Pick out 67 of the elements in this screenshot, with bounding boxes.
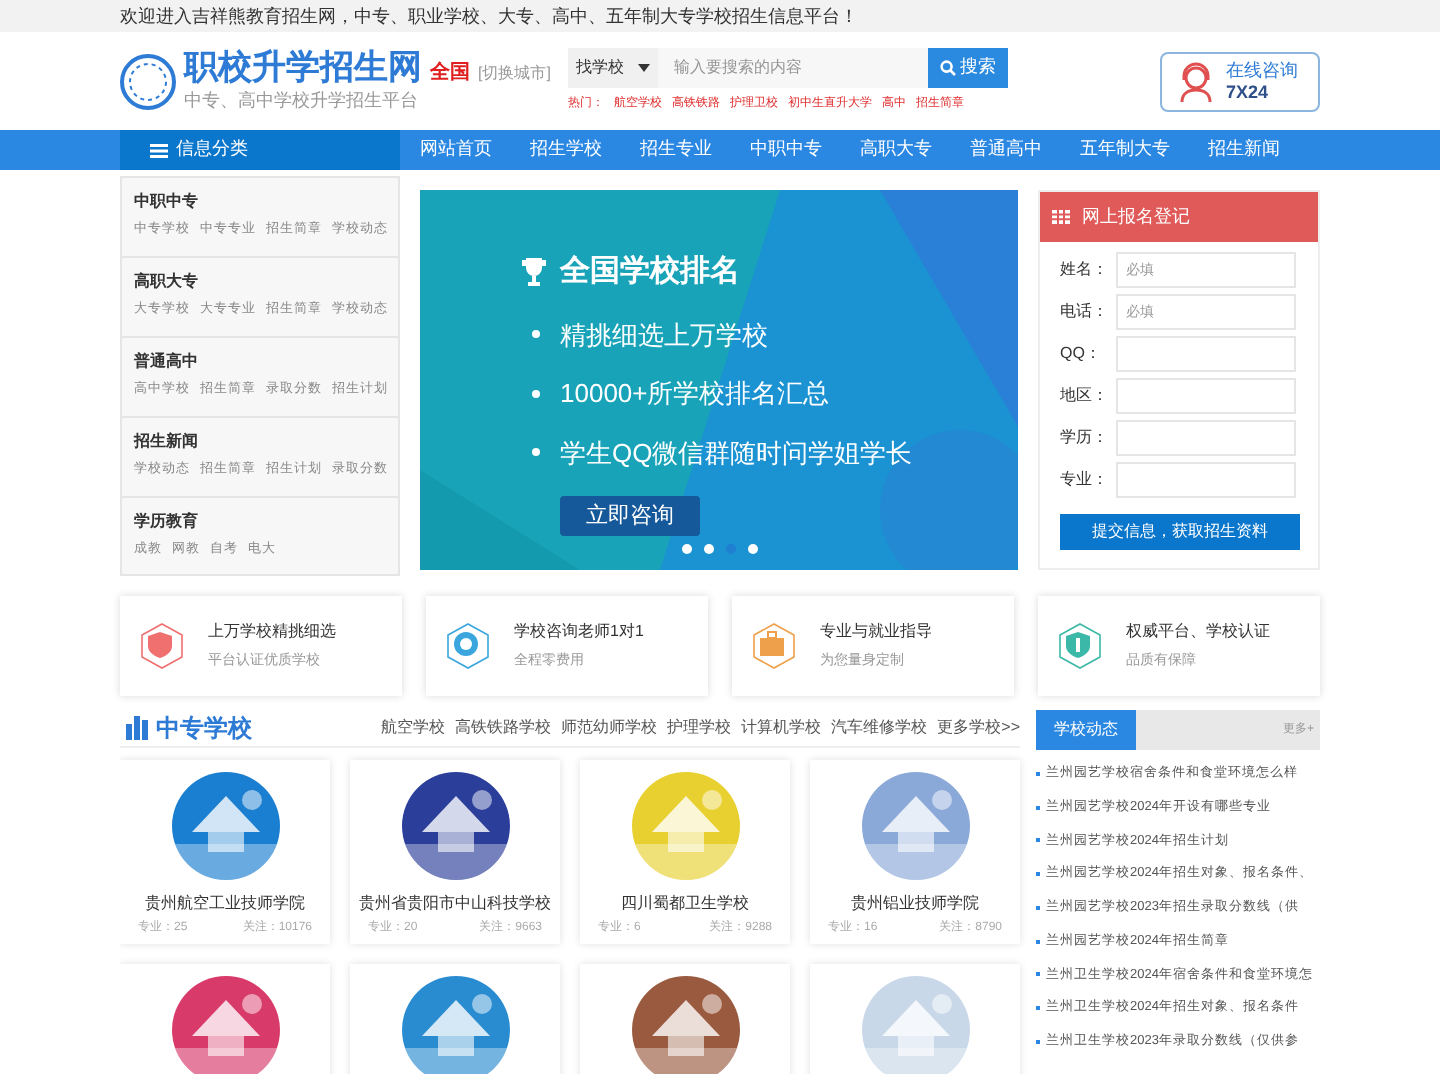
bullet-icon [532,330,540,339]
school-category-link[interactable]: 高铁铁路学校 [455,716,552,740]
field-label: 姓名： [1060,258,1110,282]
school-name: 贵州省贵阳市中山科技学校 [359,892,551,916]
field-label: QQ： [1060,342,1103,366]
search-icon [940,60,956,76]
news-tab[interactable]: 学校动态 [1036,710,1136,750]
nav-link[interactable]: 网站首页 [402,130,510,170]
school-category-link[interactable]: 更多学校>> [937,716,1020,740]
nav-link[interactable]: 高职大专 [842,130,950,170]
school-category-link[interactable]: 护理学校 [667,716,732,740]
city-name: 全国 [430,59,470,88]
welcome-text: 欢迎进入吉祥熊教育招生网，中专、职业学校、大专、高中、五年制大专学校招生信息平台！ [120,6,858,26]
banner-title: 全国学校排名 [560,252,740,292]
building-icon [126,716,148,740]
school-name: 贵州航空工业技师学院 [145,892,305,916]
section-title: 中专学校 [156,712,252,746]
signup-title: 网上报名登记 [1082,203,1190,230]
caret-icon [638,64,650,72]
grid-icon [1052,210,1070,224]
nav-link[interactable]: 普通高中 [952,130,1060,170]
list-icon [150,143,168,157]
field-label: 电话： [1060,300,1110,324]
category-title[interactable]: 高职大专 [134,270,386,294]
city-switch-link[interactable]: [切换城市] [478,61,551,86]
nav-link[interactable]: 招生学校 [512,130,620,170]
consult-now-button[interactable]: 立即咨询 [560,496,700,536]
nav-link[interactable]: 中职中专 [732,130,840,170]
category-menu[interactable]: 信息分类 [120,130,400,170]
nav-link[interactable]: 招生专业 [622,130,730,170]
input-field[interactable] [1116,378,1296,414]
search-field[interactable]: 输入要搜索的内容 [658,48,928,88]
banner-point: 精挑细选上万学校 [560,317,768,353]
banner-point: 学生QQ微信群随时问学姐学长 [560,435,913,471]
field-label: 地区： [1060,384,1110,408]
input-field[interactable] [1116,462,1296,498]
bullet-icon [532,389,540,398]
logo-icon [120,53,176,109]
site-name: 职校升学招生网 [184,47,422,88]
field-label: 学历： [1060,426,1110,450]
nav-link[interactable]: 招生新闻 [1190,130,1298,170]
school-name: 四川蜀都卫生学校 [621,892,749,916]
school-category-link[interactable]: 计算机学校 [741,716,822,740]
category-title[interactable]: 招生新闻 [134,430,386,454]
school-category-link[interactable]: 汽车维修学校 [831,716,928,740]
feature-title: 权威平台、学校认证 [1126,619,1270,644]
feature-title: 上万学校精挑细选 [208,619,336,644]
feature-title: 专业与就业指导 [820,619,932,644]
category-select[interactable]: 找学校 [568,48,658,88]
trophy-icon [520,256,548,289]
search-button[interactable]: 搜索 [928,48,1008,88]
submit-button[interactable]: 提交信息，获取招生资料 [1060,514,1300,550]
consult-button[interactable]: 在线咨询 7X24 [1160,51,1320,111]
school-name: 贵州铝业技师学院 [851,892,979,916]
category-title[interactable]: 学历教育 [134,510,386,534]
input-field[interactable] [1116,336,1296,372]
school-category-link[interactable]: 航空学校 [381,716,446,740]
bullet-icon [532,448,540,457]
site-slogan: 中专、高中学校升学招生平台 [184,87,420,114]
category-title[interactable]: 普通高中 [134,350,386,374]
banner-point: 10000+所学校排名汇总 [560,376,830,412]
school-category-link[interactable]: 师范幼师学校 [561,716,658,740]
field-label: 专业： [1060,468,1110,492]
nav-link[interactable]: 五年制大专 [1062,130,1188,170]
feature-title: 学校咨询老师1对1 [514,619,644,644]
input-field[interactable] [1116,420,1296,456]
category-title[interactable]: 中职中专 [134,190,386,214]
